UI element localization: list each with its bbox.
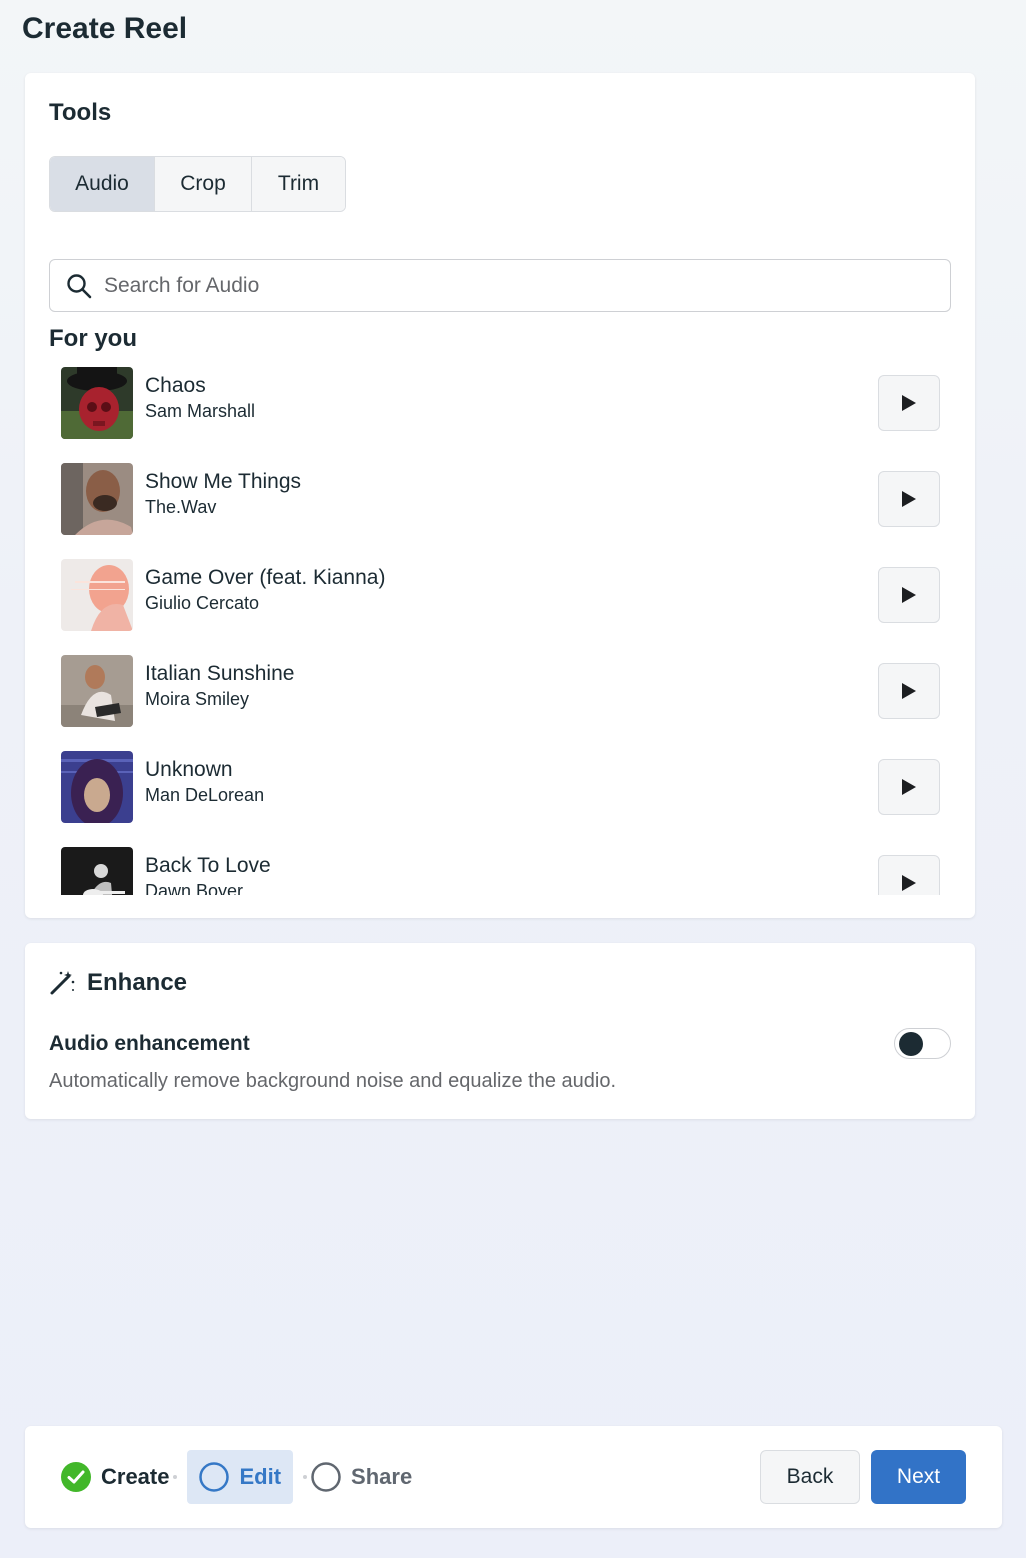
- toggle-knob: [899, 1032, 923, 1056]
- play-button[interactable]: [878, 663, 940, 719]
- track-title: Back To Love: [145, 854, 271, 877]
- enhance-title: Enhance: [87, 969, 188, 996]
- track-artist: The.Wav: [145, 497, 217, 517]
- tools-tab-group: Audio Crop Trim: [49, 156, 346, 212]
- audio-enhancement-label: Audio enhancement: [49, 1032, 250, 1055]
- tab-crop[interactable]: Crop: [155, 157, 252, 211]
- audio-search-box[interactable]: [49, 259, 951, 312]
- audio-enhancement-toggle[interactable]: [894, 1028, 951, 1059]
- track-artist: Giulio Cercato: [145, 593, 260, 613]
- tab-audio[interactable]: Audio: [50, 157, 155, 211]
- tools-title: Tools: [49, 99, 112, 126]
- play-button[interactable]: [878, 375, 940, 431]
- track-row[interactable]: Show Me Things The.Wav: [49, 459, 951, 535]
- footer-bar: Create Edit Share Back Next: [25, 1426, 1002, 1528]
- step-label: Share: [351, 1464, 413, 1489]
- play-icon: [902, 395, 916, 411]
- progress-stepper: Create Edit Share: [59, 1450, 414, 1504]
- check-circle-icon: [61, 1462, 91, 1492]
- track-title: Italian Sunshine: [145, 662, 295, 685]
- back-button[interactable]: Back: [760, 1450, 860, 1504]
- track-row[interactable]: Unknown Man DeLorean: [49, 747, 951, 823]
- play-icon: [902, 779, 916, 795]
- step-edit: Edit: [187, 1450, 294, 1504]
- track-artist: Moira Smiley: [145, 689, 250, 709]
- enhance-panel: Enhance Audio enhancement Automatically …: [25, 943, 975, 1119]
- album-art-pink-silhouette: [61, 559, 133, 631]
- track-artist: Man DeLorean: [145, 785, 265, 805]
- tools-panel: Tools Audio Crop Trim For you: [25, 73, 975, 918]
- next-button[interactable]: Next: [871, 1450, 966, 1504]
- play-button[interactable]: [878, 855, 940, 895]
- play-icon: [902, 683, 916, 699]
- album-art-portrait-man: [61, 463, 133, 535]
- track-row[interactable]: Game Over (feat. Kianna) Giulio Cercato: [49, 555, 951, 631]
- play-icon: [902, 587, 916, 603]
- track-row[interactable]: Italian Sunshine Moira Smiley: [49, 651, 951, 727]
- track-title: Chaos: [145, 374, 206, 397]
- audio-enhancement-description: Automatically remove background noise an…: [49, 1070, 617, 1092]
- step-separator: [301, 1475, 309, 1479]
- step-label: Create: [101, 1464, 170, 1489]
- step-create: Create: [59, 1450, 171, 1504]
- magic-wand-icon: [50, 971, 75, 995]
- play-icon: [902, 875, 916, 891]
- step-label: Edit: [239, 1464, 282, 1489]
- tab-trim[interactable]: Trim: [252, 157, 345, 211]
- play-button[interactable]: [878, 471, 940, 527]
- for-you-heading: For you: [49, 325, 137, 352]
- step-share: Share: [309, 1450, 414, 1504]
- track-row[interactable]: Chaos Sam Marshall: [49, 363, 951, 439]
- play-icon: [902, 491, 916, 507]
- album-art-woman-rocks: [61, 655, 133, 727]
- audio-track-list[interactable]: Chaos Sam Marshall Show Me Things The.Wa…: [49, 363, 951, 895]
- track-title: Show Me Things: [145, 470, 302, 493]
- empty-circle-icon: [311, 1462, 341, 1492]
- track-title: Unknown: [145, 758, 233, 781]
- track-title: Game Over (feat. Kianna): [145, 566, 386, 589]
- track-artist: Dawn Boyer: [145, 881, 244, 895]
- play-button[interactable]: [878, 759, 940, 815]
- album-art-purple-hood: [61, 751, 133, 823]
- track-row[interactable]: Back To Love Dawn Boyer: [49, 843, 951, 895]
- page-title: Create Reel: [22, 12, 188, 45]
- album-art-guitarist-bw: [61, 847, 133, 895]
- audio-search-input[interactable]: [104, 273, 924, 298]
- album-art-red-skull: [61, 367, 133, 439]
- play-button[interactable]: [878, 567, 940, 623]
- track-artist: Sam Marshall: [145, 401, 256, 421]
- step-separator: [171, 1475, 179, 1479]
- empty-circle-icon: [199, 1462, 230, 1492]
- search-icon: [67, 273, 92, 298]
